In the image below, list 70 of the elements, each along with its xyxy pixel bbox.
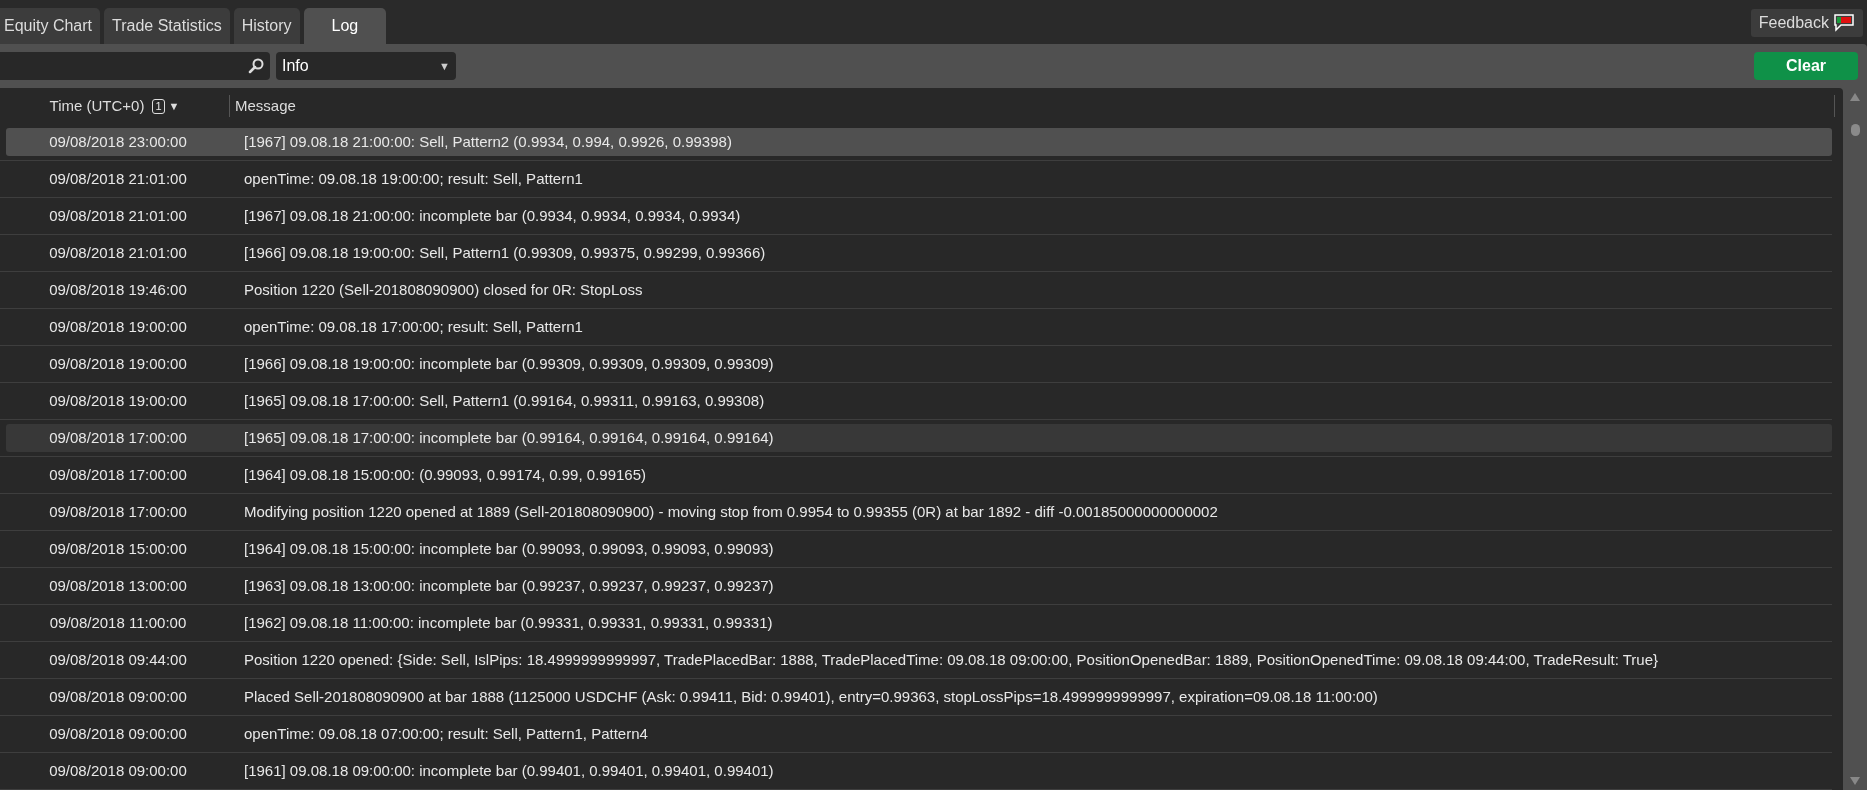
speech-bubble-icon [1833,14,1855,32]
feedback-button[interactable]: Feedback [1750,9,1863,37]
time-cell-text: 09/08/2018 17:00:00 [48,501,188,522]
message-cell-text: [1963] 09.08.18 13:00:00: incomplete bar (0.99237, 0.99237, 0.99237, 0.99237) [243,575,774,596]
clear-button[interactable]: Clear [1754,52,1858,80]
time-cell-text: 09/08/2018 13:00:00 [48,575,188,596]
tab[interactable]: Trade Statistics [104,8,230,44]
message-cell-text: [1967] 09.08.18 21:00:00: Sell, Pattern2 (0.9934, 0.994, 0.9926, 0.99398) [243,131,732,152]
message-cell-text: Placed Sell-201808090900 at bar 1888 (1125000 USDCHF (Ask: 0.99411, Bid: 0.99401), entry=0.99363, stopLossPips=18.4999999999997, expiration=09.08.18 11:00:00) [243,686,1378,707]
message-cell-text: [1964] 09.08.18 15:00:00: incomplete bar (0.99093, 0.99093, 0.99093, 0.99093) [243,538,774,559]
log-row[interactable]: 09/08/2018 21:01:00 openTime: 09.08.18 19:00:00; result: Sell, Pattern1 [6,165,1832,193]
message-cell-text: openTime: 09.08.18 19:00:00; result: Sell, Pattern1 [243,168,583,189]
time-cell-text: 09/08/2018 19:46:00 [48,279,188,300]
log-row[interactable]: 09/08/2018 11:00:00 [1962] 09.08.18 11:00:00: incomplete bar (0.99331, 0.99331, 0.99331, 0.99331) [6,609,1832,637]
scroll-down-icon[interactable] [1849,776,1861,786]
time-cell-text: 09/08/2018 09:00:00 [48,760,188,781]
message-cell-text: [1961] 09.08.18 09:00:00: incomplete bar (0.99401, 0.99401, 0.99401, 0.99401) [243,760,774,781]
log-row[interactable]: 09/08/2018 21:01:00 [1966] 09.08.18 19:00:00: Sell, Pattern1 (0.99309, 0.99375, 0.99299, 0.99366) [6,239,1832,267]
scroll-thumb[interactable] [1850,124,1860,136]
message-cell-text: openTime: 09.08.18 17:00:00; result: Sell, Pattern1 [243,316,583,337]
search-field[interactable] [0,52,270,80]
sort-order-badge: 1 [152,98,165,114]
scroll-up-icon[interactable] [1849,92,1861,102]
message-cell-text: openTime: 09.08.18 07:00:00; result: Sell, Pattern1, Pattern4 [243,723,648,744]
message-cell-text: [1965] 09.08.18 17:00:00: Sell, Pattern1 (0.99164, 0.99311, 0.99163, 0.99308) [243,390,765,411]
log-row[interactable]: 09/08/2018 13:00:00 [1963] 09.08.18 13:00:00: incomplete bar (0.99237, 0.99237, 0.99237, 0.99237) [6,572,1832,600]
time-cell-text: 09/08/2018 15:00:00 [48,538,188,559]
time-cell-text: 09/08/2018 09:44:00 [48,649,188,670]
time-cell-text: 09/08/2018 19:00:00 [48,390,188,411]
column-header[interactable]: Time (UTC+0) [49,94,145,118]
tab[interactable]: History [233,8,300,44]
log-row[interactable]: 09/08/2018 17:00:00 [1965] 09.08.18 17:00:00: incomplete bar (0.99164, 0.99164, 0.99164, 0.99164) [6,424,1832,452]
column-header[interactable]: Message [230,94,296,118]
message-cell-text: [1962] 09.08.18 11:00:00: incomplete bar (0.99331, 0.99331, 0.99331, 0.99331) [243,612,773,633]
message-cell-text: [1966] 09.08.18 19:00:00: Sell, Pattern1 (0.99309, 0.99375, 0.99299, 0.99366) [243,242,766,263]
level-dropdown[interactable]: Info ▼ [276,52,456,80]
tab[interactable]: Log [303,8,387,44]
message-cell-text: [1967] 09.08.18 21:00:00: incomplete bar (0.9934, 0.9934, 0.9934, 0.9934) [243,205,741,226]
time-cell-text: 09/08/2018 17:00:00 [48,427,188,448]
message-cell-text: [1966] 09.08.18 19:00:00: incomplete bar (0.99309, 0.99309, 0.99309, 0.99309) [243,353,774,374]
log-row[interactable]: 09/08/2018 15:00:00 [1964] 09.08.18 15:00:00: incomplete bar (0.99093, 0.99093, 0.99093, 0.99093) [6,535,1832,563]
log-row[interactable]: 09/08/2018 09:00:00 openTime: 09.08.18 07:00:00; result: Sell, Pattern1, Pattern4 [6,720,1832,748]
time-cell-text: 09/08/2018 19:00:00 [48,316,188,337]
log-row[interactable]: 09/08/2018 17:00:00 [1964] 09.08.18 15:00:00: (0.99093, 0.99174, 0.99, 0.99165) [6,461,1832,489]
time-cell-text: 09/08/2018 19:00:00 [48,353,188,374]
log-row[interactable]: 09/08/2018 19:00:00 openTime: 09.08.18 17:00:00; result: Sell, Pattern1 [6,313,1832,341]
time-cell-text: 09/08/2018 17:00:00 [48,464,188,485]
log-row[interactable]: 09/08/2018 21:01:00 [1967] 09.08.18 21:00:00: incomplete bar (0.9934, 0.9934, 0.9934, 0.9934) [6,202,1832,230]
time-cell-text: 09/08/2018 23:00:00 [48,131,188,152]
tab[interactable]: Equity Chart [0,8,101,44]
message-cell-text: Position 1220 opened: {Side: Sell, IslPips: 18.4999999999997, TradePlacedBar: 1888, TradePlacedTime: 09.08.18 09:00:00, PositionOpenedBar: 1889, PositionOpenedTime: 09.08.18 09:44:00, TradeResult: True} [243,649,1659,670]
sort-caret: ▼ [168,98,180,114]
time-cell-text: 09/08/2018 11:00:00 [48,612,188,633]
message-cell-text: Position 1220 (Sell-201808090900) closed for 0R: StopLoss [243,279,643,300]
log-row[interactable]: 09/08/2018 09:00:00 [1961] 09.08.18 09:00:00: incomplete bar (0.99401, 0.99401, 0.99401, 0.99401) [6,757,1832,785]
time-cell-text: 09/08/2018 09:00:00 [48,686,188,707]
log-row[interactable]: 09/08/2018 19:46:00 Position 1220 (Sell-201808090900) closed for 0R: StopLoss [6,276,1832,304]
time-cell-text: 09/08/2018 21:01:00 [48,168,188,189]
time-cell-text: 09/08/2018 09:00:00 [48,723,188,744]
log-row[interactable]: 09/08/2018 17:00:00 Modifying position 1220 opened at 1889 (Sell-201808090900) - moving stop from 0.9954 to 0.99355 (0R) at bar 1892 - diff -0.00185000000000002 [6,498,1832,526]
search-icon [248,58,264,74]
message-cell-text: [1964] 09.08.18 15:00:00: (0.99093, 0.99174, 0.99, 0.99165) [243,464,646,485]
message-cell-text: Modifying position 1220 opened at 1889 (Sell-201808090900) - moving stop from 0.9954 to 0.99355 (0R) at bar 1892 - diff -0.00185000000000002 [243,501,1218,522]
log-row[interactable]: 09/08/2018 23:00:00 [1967] 09.08.18 21:00:00: Sell, Pattern2 (0.9934, 0.994, 0.9926, 0.99398) [6,128,1832,156]
log-row[interactable]: 09/08/2018 19:00:00 [1966] 09.08.18 19:00:00: incomplete bar (0.99309, 0.99309, 0.99309, 0.99309) [6,350,1832,378]
message-cell-text: [1965] 09.08.18 17:00:00: incomplete bar (0.99164, 0.99164, 0.99164, 0.99164) [243,427,774,448]
time-cell-text: 09/08/2018 21:01:00 [48,205,188,226]
log-row[interactable]: 09/08/2018 19:00:00 [1965] 09.08.18 17:00:00: Sell, Pattern1 (0.99164, 0.99311, 0.99163, 0.99308) [6,387,1832,415]
log-row[interactable]: 09/08/2018 09:00:00 Placed Sell-201808090900 at bar 1888 (1125000 USDCHF (Ask: 0.99411, Bid: 0.99401), entry=0.99363, stopLossPips=18.4999999999997, expiration=09.08.18 11:00:00) [6,683,1832,711]
time-cell-text: 09/08/2018 21:01:00 [48,242,188,263]
